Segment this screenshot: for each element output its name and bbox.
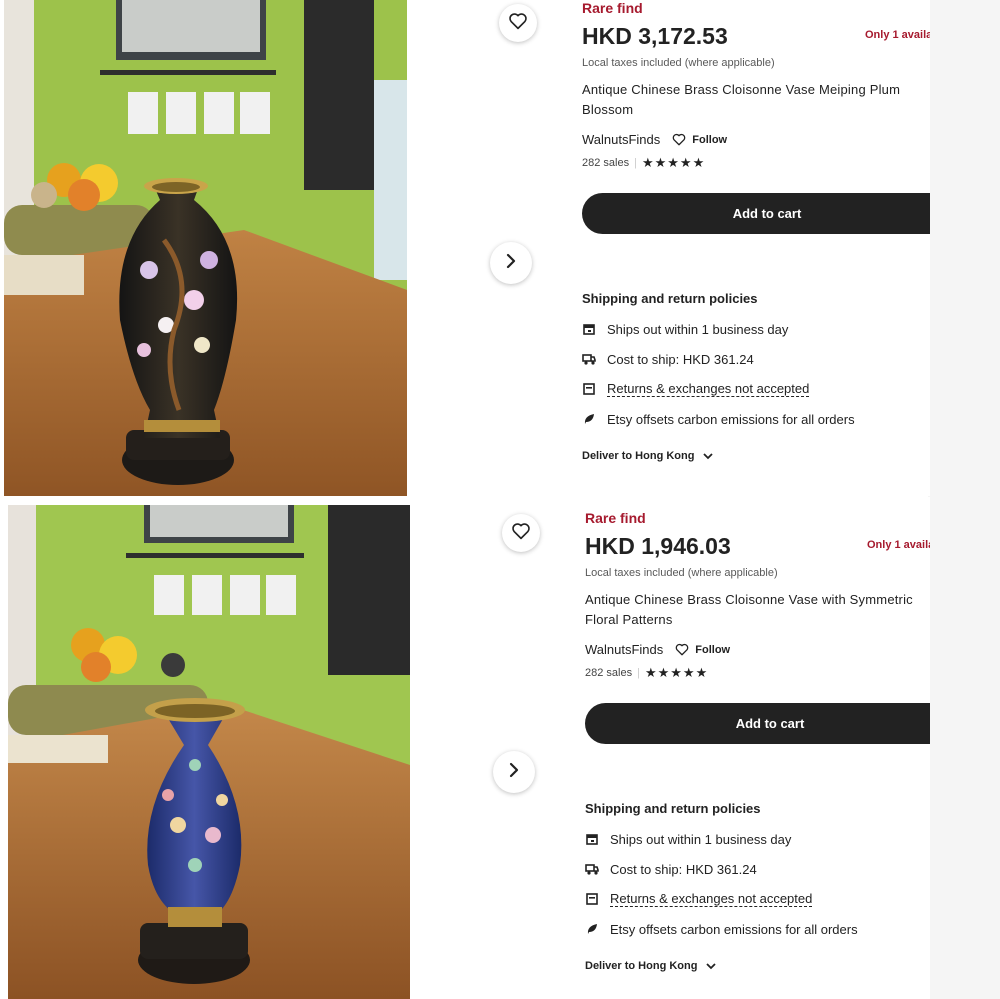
chevron-down-icon <box>703 453 714 460</box>
policy-returns: Returns & exchanges not accepted <box>585 890 930 908</box>
product-title: Antique Chinese Brass Cloisonne Vase wit… <box>585 592 913 627</box>
heart-icon <box>511 522 531 545</box>
returns-icon <box>585 892 599 906</box>
product-photo-2[interactable] <box>8 505 410 999</box>
policy-text: Etsy offsets carbon emissions for all or… <box>610 921 858 937</box>
divider: | <box>634 157 637 169</box>
page-background-strip <box>928 0 1000 999</box>
policy-carbon: Etsy offsets carbon emissions for all or… <box>582 410 930 428</box>
policy-cost-to-ship: Cost to ship: HKD 361.24 <box>582 350 930 368</box>
deliver-to-selector[interactable]: Deliver to Hong Kong <box>582 450 930 462</box>
shop-name-link[interactable]: WalnutsFinds <box>585 642 663 657</box>
policy-carbon: Etsy offsets carbon emissions for all or… <box>585 920 930 938</box>
price: HKD 1,946.03 <box>585 533 731 559</box>
favorite-button-1[interactable] <box>499 4 537 42</box>
chevron-right-icon <box>507 762 521 783</box>
shop-row: WalnutsFinds Follow <box>582 132 930 147</box>
returns-icon <box>582 382 596 396</box>
policy-ships-out: Ships out within 1 business day <box>582 320 930 338</box>
heart-icon <box>676 643 689 656</box>
favorite-button-2[interactable] <box>502 514 540 552</box>
calendar-icon <box>585 832 599 846</box>
product-title: Antique Chinese Brass Cloisonne Vase Mei… <box>582 82 901 117</box>
returns-policy-link[interactable]: Returns & exchanges not accepted <box>607 381 810 397</box>
delivery-truck-icon <box>582 352 596 366</box>
taxes-note: Local taxes included (where applicable) <box>585 567 778 579</box>
policy-ships-out: Ships out within 1 business day <box>585 830 930 848</box>
policy-text: Ships out within 1 business day <box>610 831 792 847</box>
star-rating[interactable]: ★★★★★ <box>645 665 708 681</box>
leaf-icon <box>585 922 599 936</box>
shipping-heading: Shipping and return policies <box>582 291 758 306</box>
next-image-button-1[interactable] <box>490 242 532 284</box>
follow-button[interactable]: Follow <box>675 643 730 656</box>
next-image-button-2[interactable] <box>493 751 535 793</box>
deliver-to-label: Deliver to Hong Kong <box>585 960 698 972</box>
follow-label: Follow <box>692 133 728 146</box>
sales-row: 282 sales | ★★★★★ <box>582 155 930 171</box>
policy-cost-to-ship: Cost to ship: HKD 361.24 <box>585 860 930 878</box>
sales-row: 282 sales | ★★★★★ <box>585 665 930 681</box>
delivery-truck-icon <box>585 862 599 876</box>
taxes-note: Local taxes included (where applicable) <box>582 57 775 69</box>
heart-icon <box>508 12 528 35</box>
policy-text: Cost to ship: HKD 361.24 <box>610 861 757 877</box>
shipping-heading: Shipping and return policies <box>585 801 761 816</box>
price: HKD 3,172.53 <box>582 23 728 49</box>
rare-find-badge: Rare find <box>582 0 643 16</box>
shop-row: WalnutsFinds Follow <box>585 642 930 657</box>
chevron-down-icon <box>706 963 717 970</box>
rare-find-badge: Rare find <box>585 510 646 526</box>
deliver-to-label: Deliver to Hong Kong <box>582 450 695 462</box>
product-photo-1[interactable] <box>4 0 407 496</box>
star-rating[interactable]: ★★★★★ <box>642 155 705 171</box>
listing-panel-2: Only 1 available Rare find HKD 1,946.03 … <box>0 497 930 999</box>
policy-text: Cost to ship: HKD 361.24 <box>607 351 754 367</box>
heart-icon <box>673 133 686 146</box>
listing-panel-1: Only 1 available Rare find HKD 3,172.53 … <box>0 0 930 496</box>
policy-returns: Returns & exchanges not accepted <box>582 380 930 398</box>
add-to-cart-button[interactable]: Add to cart <box>582 193 930 234</box>
calendar-icon <box>582 322 596 336</box>
divider: | <box>637 667 640 679</box>
sales-count: 282 sales <box>585 667 633 679</box>
leaf-icon <box>582 412 596 426</box>
listing-info-1: Rare find HKD 3,172.53 Local taxes inclu… <box>582 0 930 462</box>
policy-text: Etsy offsets carbon emissions for all or… <box>607 411 855 427</box>
follow-button[interactable]: Follow <box>672 133 727 146</box>
deliver-to-selector[interactable]: Deliver to Hong Kong <box>585 960 930 972</box>
chevron-right-icon <box>504 253 518 274</box>
shop-name-link[interactable]: WalnutsFinds <box>582 132 660 147</box>
listing-info-2: Rare find HKD 1,946.03 Local taxes inclu… <box>585 510 930 972</box>
sales-count: 282 sales <box>582 157 630 169</box>
returns-policy-link[interactable]: Returns & exchanges not accepted <box>610 891 813 907</box>
add-to-cart-button[interactable]: Add to cart <box>585 703 930 744</box>
follow-label: Follow <box>695 643 731 656</box>
policy-text: Ships out within 1 business day <box>607 321 789 337</box>
